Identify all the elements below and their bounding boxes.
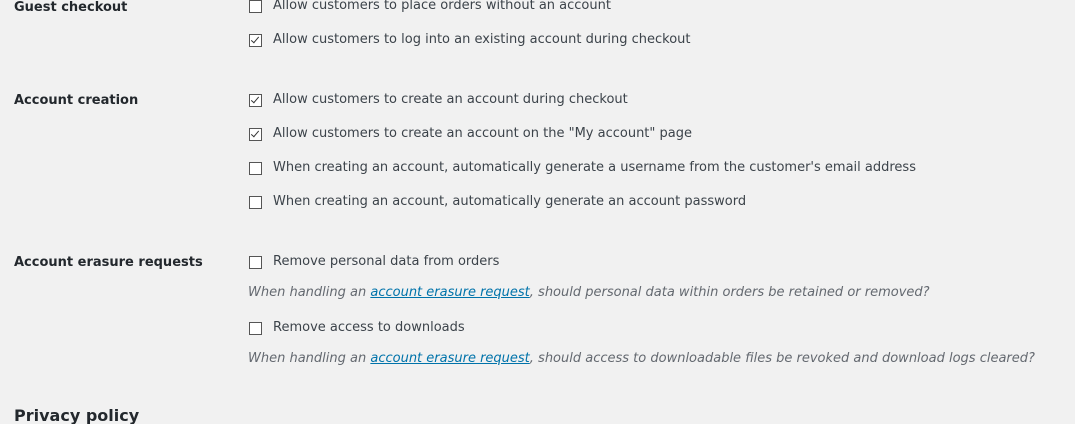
generate-username-label[interactable]: When creating an account, automatically … bbox=[273, 160, 916, 176]
remove-downloads-description: When handling an account erasure request… bbox=[248, 351, 1035, 367]
account-erasure-request-link[interactable]: account erasure request bbox=[370, 285, 529, 300]
create-account-checkout-label[interactable]: Allow customers to create an account dur… bbox=[273, 92, 628, 108]
account-erasure-request-link[interactable]: account erasure request bbox=[370, 351, 529, 366]
guest-login-existing-checkbox[interactable] bbox=[249, 33, 262, 47]
generate-password-label[interactable]: When creating an account, automatically … bbox=[273, 194, 746, 210]
option-guest-place-orders[interactable]: Allow customers to place orders without … bbox=[249, 0, 611, 14]
guest-checkout-label: Guest checkout bbox=[14, 0, 128, 15]
create-account-my-account-label[interactable]: Allow customers to create an account on … bbox=[273, 126, 692, 142]
description-prefix: When handling an bbox=[248, 285, 371, 300]
account-creation-label: Account creation bbox=[14, 93, 139, 108]
option-guest-login-existing[interactable]: Allow customers to log into an existing … bbox=[249, 32, 691, 48]
description-suffix: , should access to downloadable files be… bbox=[529, 351, 1035, 366]
description-suffix: , should personal data within orders be … bbox=[529, 285, 930, 300]
description-prefix: When handling an bbox=[248, 351, 371, 366]
generate-username-checkbox[interactable] bbox=[249, 161, 262, 175]
guest-login-existing-label[interactable]: Allow customers to log into an existing … bbox=[273, 32, 691, 48]
option-generate-username[interactable]: When creating an account, automatically … bbox=[249, 160, 916, 176]
option-generate-password[interactable]: When creating an account, automatically … bbox=[249, 194, 746, 210]
account-erasure-label: Account erasure requests bbox=[14, 255, 203, 270]
option-create-account-checkout[interactable]: Allow customers to create an account dur… bbox=[249, 92, 628, 108]
remove-order-data-description: When handling an account erasure request… bbox=[248, 285, 930, 301]
woocommerce-accounts-privacy-settings: Guest checkout Allow customers to place … bbox=[0, 0, 1075, 424]
remove-downloads-label[interactable]: Remove access to downloads bbox=[273, 320, 465, 336]
remove-order-data-checkbox[interactable] bbox=[249, 255, 262, 269]
remove-downloads-checkbox[interactable] bbox=[249, 321, 262, 335]
option-create-account-my-account[interactable]: Allow customers to create an account on … bbox=[249, 126, 692, 142]
option-remove-order-data[interactable]: Remove personal data from orders bbox=[249, 254, 499, 270]
create-account-my-account-checkbox[interactable] bbox=[249, 127, 262, 141]
privacy-policy-heading: Privacy policy bbox=[14, 406, 140, 424]
generate-password-checkbox[interactable] bbox=[249, 195, 262, 209]
guest-place-orders-checkbox[interactable] bbox=[249, 0, 262, 13]
option-remove-downloads[interactable]: Remove access to downloads bbox=[249, 320, 465, 336]
create-account-checkout-checkbox[interactable] bbox=[249, 93, 262, 107]
remove-order-data-label[interactable]: Remove personal data from orders bbox=[273, 254, 499, 270]
guest-place-orders-label[interactable]: Allow customers to place orders without … bbox=[273, 0, 611, 14]
